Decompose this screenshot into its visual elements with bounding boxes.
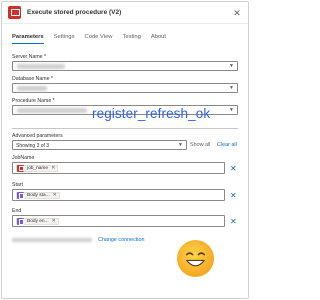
tab-code-view[interactable]: Code View — [85, 32, 113, 44]
chevron-down-icon: ▼ — [229, 63, 234, 69]
end-input[interactable]: Body en... ✕ — [12, 215, 225, 227]
change-connection-link[interactable]: Change connection — [98, 237, 144, 243]
tab-settings[interactable]: Settings — [54, 32, 75, 44]
jobname-input[interactable]: job_name ✕ — [12, 162, 225, 174]
section-divider — [12, 128, 238, 129]
action-card: Execute stored procedure (V2) ✕ Paramete… — [1, 1, 249, 299]
procedure-name-value-redacted — [17, 108, 87, 113]
sql-token-icon — [17, 164, 24, 172]
tab-bar: Parameters Settings Code View Testing Ab… — [12, 32, 176, 44]
advanced-parameters-label: Advanced parameters — [12, 133, 63, 139]
start-token[interactable]: Body sta... ✕ — [16, 191, 60, 199]
remove-jobname-icon[interactable]: ✕ — [230, 164, 237, 174]
chevron-down-icon: ▼ — [178, 142, 183, 148]
connection-row: Change connection — [12, 237, 144, 243]
tab-about[interactable]: About — [151, 32, 166, 44]
chevron-down-icon: ▼ — [229, 107, 234, 113]
remove-end-icon[interactable]: ✕ — [230, 217, 237, 227]
start-label: Start — [12, 182, 23, 188]
action-title: Execute stored procedure (V2) — [27, 9, 122, 16]
advanced-parameters-dropdown[interactable]: Showing 3 of 3 ▼ — [12, 140, 187, 150]
close-icon[interactable]: ✕ — [232, 8, 242, 18]
server-name-label: Server Name * — [12, 54, 47, 60]
remove-token-icon[interactable]: ✕ — [53, 193, 57, 198]
connection-name-redacted — [12, 238, 92, 242]
overlay-annotation: register_refresh_ok — [92, 106, 211, 121]
token-label: job_name — [27, 165, 49, 171]
token-label: Body en... — [27, 218, 49, 224]
tab-parameters[interactable]: Parameters — [12, 32, 44, 44]
procedure-name-label: Procedure Name * — [12, 98, 55, 104]
show-all-link[interactable]: Show all — [190, 142, 210, 148]
server-name-dropdown[interactable]: ▼ — [12, 61, 238, 71]
sql-procedure-icon — [8, 6, 21, 19]
smiley-face-icon — [176, 239, 215, 278]
tab-testing[interactable]: Testing — [122, 32, 140, 44]
clear-all-link[interactable]: Clear all — [217, 142, 237, 148]
end-token[interactable]: Body en... ✕ — [16, 217, 59, 225]
jobname-token[interactable]: job_name ✕ — [16, 164, 59, 172]
variable-token-icon — [17, 217, 24, 225]
start-input[interactable]: Body sta... ✕ — [12, 189, 225, 201]
remove-token-icon[interactable]: ✕ — [52, 219, 56, 224]
remove-token-icon[interactable]: ✕ — [51, 166, 55, 171]
token-label: Body sta... — [27, 192, 50, 198]
end-label: End — [12, 208, 22, 214]
database-name-value-redacted — [17, 86, 47, 91]
advanced-parameters-selected: Showing 3 of 3 — [16, 142, 50, 149]
variable-token-icon — [17, 191, 24, 199]
database-name-dropdown[interactable]: ▼ — [12, 83, 238, 93]
chevron-down-icon: ▼ — [229, 85, 234, 91]
remove-start-icon[interactable]: ✕ — [230, 191, 237, 201]
card-header: Execute stored procedure (V2) ✕ — [2, 2, 248, 24]
database-name-label: Database Name * — [12, 76, 53, 82]
jobname-label: JobName — [12, 155, 35, 161]
server-name-value-redacted — [17, 64, 65, 69]
